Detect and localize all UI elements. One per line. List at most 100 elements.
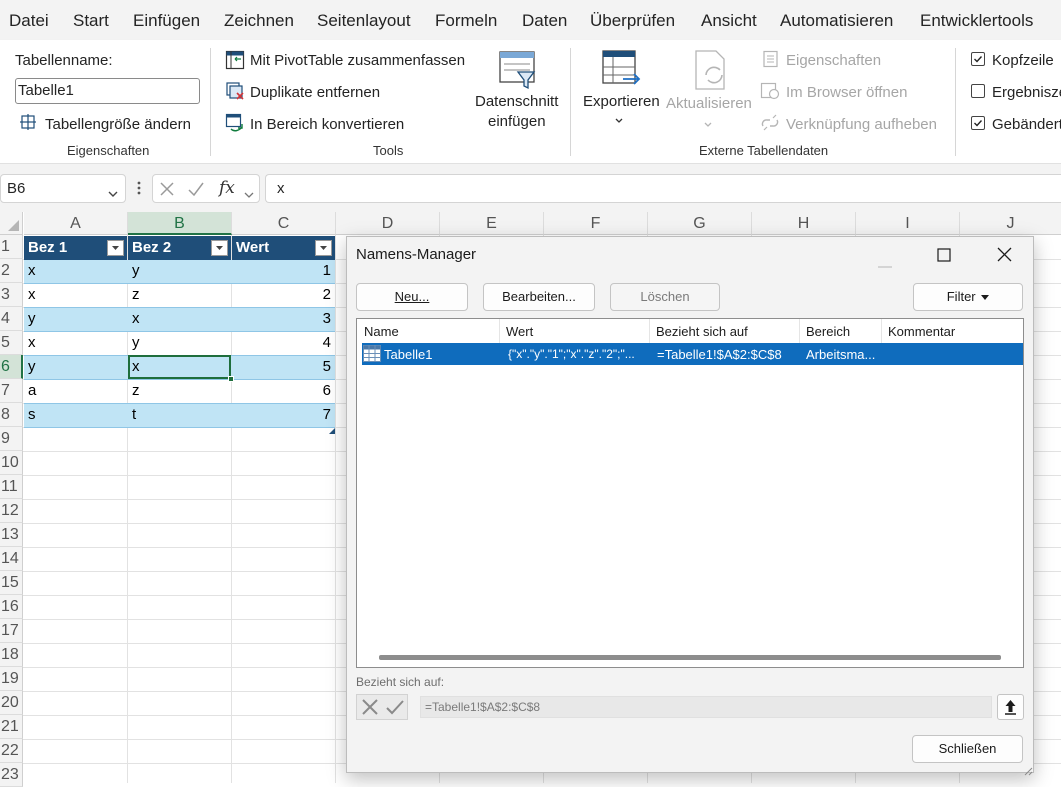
active-cell[interactable]: x: [128, 355, 231, 379]
column-header[interactable]: J: [960, 212, 1061, 235]
table-cell[interactable]: y: [128, 259, 231, 283]
row-header[interactable]: 3: [0, 283, 23, 307]
row-header[interactable]: 5: [0, 331, 23, 355]
filter-dropdown-icon[interactable]: [107, 240, 124, 256]
maximize-icon[interactable]: [937, 248, 951, 267]
refresh-button[interactable]: Aktualisieren: [666, 95, 752, 112]
row-header[interactable]: 11: [0, 475, 23, 499]
row-header[interactable]: 1: [0, 235, 23, 259]
table-header-cell[interactable]: Wert: [232, 236, 335, 260]
new-button[interactable]: Neu...: [356, 283, 468, 311]
banded-rows-checkbox[interactable]: [971, 116, 985, 130]
pivot-summarize-button[interactable]: Mit PivotTable zusammenfassen: [250, 52, 465, 69]
row-header[interactable]: 19: [0, 667, 23, 691]
table-header-cell[interactable]: Bez 2: [128, 236, 231, 260]
row-header[interactable]: 15: [0, 571, 23, 595]
column-header[interactable]: B: [128, 212, 232, 235]
table-cell[interactable]: 5: [232, 355, 335, 379]
names-list[interactable]: Name Wert Bezieht sich auf Bereich Komme…: [356, 318, 1024, 668]
table-header-cell[interactable]: Bez 1: [24, 236, 127, 260]
export-chevron-icon[interactable]: [614, 112, 624, 130]
column-header[interactable]: I: [856, 212, 960, 235]
table-cell[interactable]: x: [24, 331, 127, 355]
table-cell[interactable]: x: [24, 283, 127, 307]
row-header[interactable]: 7: [0, 379, 23, 403]
row-header[interactable]: 4: [0, 307, 23, 331]
ext-properties-button[interactable]: Eigenschaften: [786, 52, 881, 69]
collapse-dialog-button[interactable]: [997, 694, 1024, 720]
row-header[interactable]: 6: [0, 355, 23, 379]
row-header[interactable]: 2: [0, 259, 23, 283]
menu-entwicklertools[interactable]: Entwicklertools: [920, 11, 1033, 31]
horizontal-scrollbar[interactable]: [379, 655, 1001, 660]
table-name-input[interactable]: Tabelle1: [15, 78, 200, 104]
table-cell[interactable]: y: [24, 307, 127, 331]
edit-button[interactable]: Bearbeiten...: [483, 283, 595, 311]
table-cell[interactable]: y: [128, 331, 231, 355]
cancel-edit-icon[interactable]: [361, 698, 379, 721]
table-cell[interactable]: 2: [232, 283, 335, 307]
table-cell[interactable]: 6: [232, 379, 335, 403]
list-header-value[interactable]: Wert: [506, 324, 533, 339]
resize-table-button[interactable]: Tabellengröße ändern: [45, 116, 191, 133]
list-header-comment[interactable]: Kommentar: [888, 324, 955, 339]
close-icon[interactable]: [997, 247, 1012, 267]
export-button[interactable]: Exportieren: [583, 93, 660, 110]
menu-einfuegen[interactable]: Einfügen: [133, 11, 200, 31]
row-header[interactable]: 17: [0, 619, 23, 643]
filter-button[interactable]: Filter: [913, 283, 1023, 311]
table-cell[interactable]: x: [24, 259, 127, 283]
menu-datei[interactable]: Datei: [9, 11, 49, 31]
formula-input[interactable]: x: [265, 174, 1061, 203]
slicer-button-line2[interactable]: einfügen: [488, 113, 546, 130]
table-cell[interactable]: y: [24, 355, 127, 379]
refresh-chevron-icon[interactable]: [703, 116, 713, 134]
row-header[interactable]: 23: [0, 763, 23, 787]
menu-seitenlayout[interactable]: Seitenlayout: [317, 11, 411, 31]
menu-ansicht[interactable]: Ansicht: [701, 11, 757, 31]
table-cell[interactable]: 4: [232, 331, 335, 355]
insert-function-icon[interactable]: fx: [219, 178, 235, 198]
row-header[interactable]: 16: [0, 595, 23, 619]
table-cell[interactable]: 3: [232, 307, 335, 331]
refers-to-input[interactable]: =Tabelle1!$A$2:$C$8: [420, 696, 992, 718]
filter-dropdown-icon[interactable]: [315, 240, 332, 256]
name-box[interactable]: B6: [0, 174, 126, 203]
header-row-checkbox[interactable]: [971, 52, 985, 66]
chevron-down-icon[interactable]: [243, 186, 255, 204]
menu-automatisieren[interactable]: Automatisieren: [780, 11, 893, 31]
row-header[interactable]: 10: [0, 451, 23, 475]
column-header[interactable]: H: [752, 212, 856, 235]
resize-grip-icon[interactable]: [1024, 763, 1033, 781]
table-cell[interactable]: 1: [232, 259, 335, 283]
confirm-icon[interactable]: [187, 181, 205, 202]
row-header[interactable]: 14: [0, 547, 23, 571]
select-all-corner[interactable]: [0, 212, 23, 235]
column-header[interactable]: E: [440, 212, 544, 235]
open-browser-button[interactable]: Im Browser öffnen: [786, 84, 907, 101]
total-row-checkbox[interactable]: [971, 84, 985, 98]
cancel-icon[interactable]: [159, 181, 175, 202]
list-header-name[interactable]: Name: [364, 324, 399, 339]
remove-duplicates-button[interactable]: Duplikate entfernen: [250, 84, 380, 101]
column-header[interactable]: C: [232, 212, 336, 235]
delete-button[interactable]: Löschen: [610, 283, 720, 311]
table-cell[interactable]: 7: [232, 403, 335, 427]
column-header[interactable]: D: [336, 212, 440, 235]
menu-daten[interactable]: Daten: [522, 11, 567, 31]
row-header[interactable]: 12: [0, 499, 23, 523]
unlink-button[interactable]: Verknüpfung aufheben: [786, 116, 937, 133]
menu-ueberpruefen[interactable]: Überprüfen: [590, 11, 675, 31]
more-options-icon[interactable]: [136, 180, 142, 201]
column-header[interactable]: F: [544, 212, 648, 235]
row-header[interactable]: 18: [0, 643, 23, 667]
table-cell[interactable]: z: [128, 379, 231, 403]
row-header[interactable]: 13: [0, 523, 23, 547]
list-header-scope[interactable]: Bereich: [806, 324, 850, 339]
menu-start[interactable]: Start: [73, 11, 109, 31]
chevron-down-icon[interactable]: [107, 185, 119, 203]
close-button[interactable]: Schließen: [912, 735, 1023, 763]
table-cell[interactable]: s: [24, 403, 127, 427]
row-header[interactable]: 8: [0, 403, 23, 427]
menu-formeln[interactable]: Formeln: [435, 11, 497, 31]
